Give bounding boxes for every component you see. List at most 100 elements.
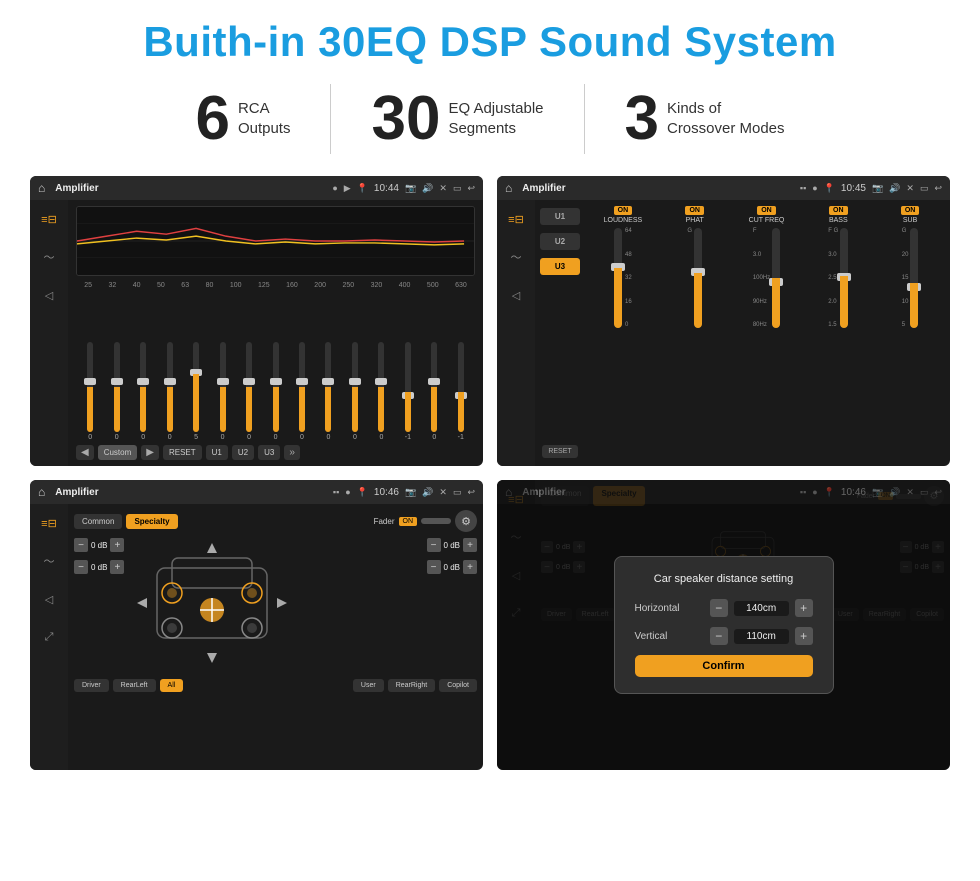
specialty-tab[interactable]: Specialty	[126, 514, 177, 529]
vol-row-2: − 0 dB +	[74, 560, 124, 574]
close-icon[interactable]: ✕	[439, 183, 447, 194]
reset-btn[interactable]: RESET	[163, 445, 202, 460]
phat-on[interactable]: ON	[685, 206, 704, 215]
fader-on-badge[interactable]: ON	[399, 517, 418, 526]
screen-amp-title: Amplifier	[522, 183, 794, 194]
more-arrow[interactable]: »	[284, 445, 300, 460]
volume-icon-2[interactable]: 🔊	[889, 183, 900, 194]
back-icon[interactable]: ↩	[467, 183, 475, 194]
eq-slider-12: -1	[396, 342, 420, 441]
vol3-minus[interactable]: −	[427, 538, 441, 552]
amp-wave-icon[interactable]: 〜	[505, 246, 527, 268]
all-btn[interactable]: All	[160, 679, 184, 692]
rearright-btn[interactable]: RearRight	[388, 679, 436, 692]
user-btn[interactable]: User	[353, 679, 384, 692]
settings-icon[interactable]: ⚙	[455, 510, 477, 532]
vertical-minus-btn[interactable]: −	[710, 627, 728, 645]
slider-track[interactable]	[87, 342, 93, 432]
amp-reset-btn[interactable]: RESET	[542, 445, 577, 458]
spk-eq-icon[interactable]: ≡⊟	[38, 512, 60, 534]
u3-preset[interactable]: U3	[540, 258, 580, 275]
home-icon-3[interactable]: ⌂	[38, 485, 45, 499]
page-title: Buith-in 30EQ DSP Sound System	[30, 18, 950, 66]
confirm-button[interactable]: Confirm	[635, 655, 813, 677]
reset-area: RESET	[542, 445, 577, 458]
vol2-plus[interactable]: +	[110, 560, 124, 574]
fader-bar[interactable]	[421, 518, 451, 524]
spk-bottom-buttons: Driver RearLeft All User RearRight Copil…	[74, 679, 477, 692]
distance-modal: Car speaker distance setting Horizontal …	[614, 556, 834, 694]
close-icon-3[interactable]: ✕	[439, 487, 447, 498]
home-icon[interactable]: ⌂	[38, 181, 45, 195]
vol3-plus[interactable]: +	[463, 538, 477, 552]
u2-btn[interactable]: U2	[232, 445, 254, 460]
screen-eq-topbar: ⌂ Amplifier ● ▶ 📍 10:44 📷 🔊 ✕ ▭ ↩	[30, 176, 483, 200]
slider-track[interactable]	[193, 342, 199, 432]
eq-sidebar-wave-icon[interactable]: 〜	[38, 246, 60, 268]
camera-icon-3: 📷	[405, 487, 416, 498]
back-icon-2[interactable]: ↩	[934, 183, 942, 194]
amp-spk-icon[interactable]: ◁	[505, 284, 527, 306]
loudness-slider[interactable]	[614, 228, 622, 328]
bass-slider[interactable]	[840, 228, 848, 328]
vertical-plus-btn[interactable]: +	[795, 627, 813, 645]
amp-eq-icon[interactable]: ≡⊟	[505, 208, 527, 230]
vol1-minus[interactable]: −	[74, 538, 88, 552]
vol1-plus[interactable]: +	[110, 538, 124, 552]
close-icon-2[interactable]: ✕	[906, 183, 914, 194]
sub-on[interactable]: ON	[901, 206, 920, 215]
window-icon[interactable]: ▭	[453, 183, 462, 194]
slider-track[interactable]	[114, 342, 120, 432]
cutfreq-on[interactable]: ON	[757, 206, 776, 215]
window-icon-2[interactable]: ▭	[920, 183, 929, 194]
home-icon-2[interactable]: ⌂	[505, 181, 512, 195]
spk-wave-icon[interactable]: 〜	[38, 550, 60, 572]
horizontal-plus-btn[interactable]: +	[795, 599, 813, 617]
prev-arrow[interactable]: ◀	[76, 445, 94, 460]
rearleft-btn[interactable]: RearLeft	[113, 679, 156, 692]
vol4-plus[interactable]: +	[463, 560, 477, 574]
eq-sidebar-speaker-icon[interactable]: ◁	[38, 284, 60, 306]
volume-icon[interactable]: 🔊	[422, 183, 433, 194]
next-arrow[interactable]: ▶	[141, 445, 159, 460]
slider-track[interactable]	[273, 342, 279, 432]
slider-track[interactable]	[220, 342, 226, 432]
play-icon[interactable]: ▶	[344, 183, 351, 194]
horizontal-minus-btn[interactable]: −	[710, 599, 728, 617]
spk-expand-icon[interactable]: ⤢	[38, 626, 60, 648]
slider-track[interactable]	[458, 342, 464, 432]
slider-track[interactable]	[140, 342, 146, 432]
u1-btn[interactable]: U1	[206, 445, 228, 460]
slider-track[interactable]	[431, 342, 437, 432]
phat-slider[interactable]	[694, 228, 702, 328]
u3-btn[interactable]: U3	[258, 445, 280, 460]
eq-sidebar-eq-icon[interactable]: ≡⊟	[38, 208, 60, 230]
vol2-minus[interactable]: −	[74, 560, 88, 574]
channel-cutfreq: ON CUT FREQ F3.0100Hz90Hz80Hz	[733, 206, 801, 460]
horizontal-value: 140cm	[734, 601, 789, 616]
driver-btn[interactable]: Driver	[74, 679, 109, 692]
volume-icon-3[interactable]: 🔊	[422, 487, 433, 498]
loudness-on[interactable]: ON	[614, 206, 633, 215]
slider-track[interactable]	[325, 342, 331, 432]
slider-track[interactable]	[378, 342, 384, 432]
back-icon-3[interactable]: ↩	[467, 487, 475, 498]
copilot-btn[interactable]: Copilot	[439, 679, 477, 692]
custom-preset-btn[interactable]: Custom	[98, 445, 138, 460]
slider-track[interactable]	[246, 342, 252, 432]
cutfreq-slider[interactable]	[772, 228, 780, 328]
u2-preset[interactable]: U2	[540, 233, 580, 250]
slider-track[interactable]	[299, 342, 305, 432]
window-icon-3[interactable]: ▭	[453, 487, 462, 498]
vol4-minus[interactable]: −	[427, 560, 441, 574]
slider-track[interactable]	[405, 342, 411, 432]
slider-track[interactable]	[352, 342, 358, 432]
slider-track[interactable]	[167, 342, 173, 432]
cutfreq-label: CUT FREQ	[749, 217, 785, 224]
stat-eq-number: 30	[371, 88, 440, 150]
u1-preset[interactable]: U1	[540, 208, 580, 225]
common-tab[interactable]: Common	[74, 514, 122, 529]
bass-on[interactable]: ON	[829, 206, 848, 215]
spk-speaker-icon[interactable]: ◁	[38, 588, 60, 610]
sub-slider[interactable]	[910, 228, 918, 328]
